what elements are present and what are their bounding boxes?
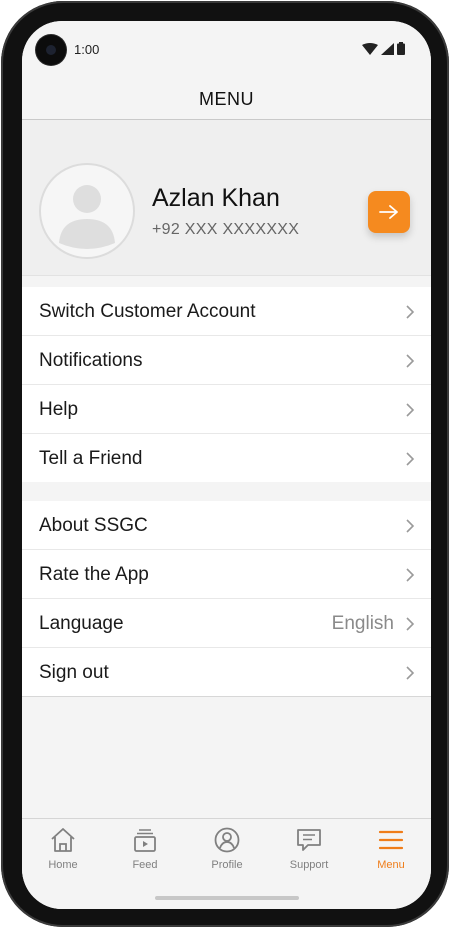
- signal-icon: [381, 42, 394, 55]
- phone-frame: 1:00 MENU Azlan Khan +92 XXX XXXXXXX Swi…: [1, 1, 449, 927]
- system-icons: [362, 42, 405, 55]
- screen: 1:00 MENU Azlan Khan +92 XXX XXXXXXX Swi…: [22, 21, 431, 909]
- nav-label: Home: [48, 859, 78, 871]
- menu-item-label: Notifications: [39, 350, 143, 371]
- app-header: MENU: [22, 81, 431, 120]
- status-time: 1:00: [74, 42, 100, 57]
- nav-menu[interactable]: Menu: [350, 819, 431, 889]
- view-profile-button[interactable]: [368, 191, 410, 233]
- chevron-right-icon: [406, 354, 415, 368]
- chevron-right-icon: [406, 519, 415, 533]
- menu-item-label: Rate the App: [39, 564, 149, 585]
- nav-home[interactable]: Home: [22, 819, 104, 889]
- menu-item-label: Sign out: [39, 662, 109, 683]
- menu-item-tell-a-friend[interactable]: Tell a Friend: [22, 434, 431, 482]
- menu-icon: [378, 830, 404, 850]
- menu-item-switch-account[interactable]: Switch Customer Account: [22, 287, 431, 336]
- chevron-right-icon: [406, 305, 415, 319]
- arrow-right-icon: [379, 205, 398, 219]
- profile-phone: +92 XXX XXXXXXX: [152, 221, 300, 238]
- chevron-right-icon: [406, 452, 415, 466]
- feed-icon: [134, 829, 156, 852]
- avatar: [39, 163, 135, 259]
- support-icon: [297, 829, 321, 851]
- home-icon: [51, 828, 75, 852]
- nav-profile[interactable]: Profile: [186, 819, 268, 889]
- nav-support[interactable]: Support: [268, 819, 350, 889]
- battery-icon: [397, 42, 405, 55]
- menu-item-rate-app[interactable]: Rate the App: [22, 550, 431, 599]
- front-camera: [36, 35, 66, 65]
- page-title: MENU: [199, 89, 254, 109]
- profile-icon: [214, 827, 240, 853]
- menu-item-label: Tell a Friend: [39, 448, 143, 469]
- home-indicator[interactable]: [155, 896, 299, 900]
- menu-item-help[interactable]: Help: [22, 385, 431, 434]
- wifi-icon: [362, 42, 378, 55]
- profile-name: Azlan Khan: [152, 184, 280, 212]
- nav-label: Profile: [211, 859, 243, 871]
- menu-item-notifications[interactable]: Notifications: [22, 336, 431, 385]
- language-value: English: [331, 613, 394, 634]
- menu-item-label: About SSGC: [39, 515, 148, 536]
- chevron-right-icon: [406, 568, 415, 582]
- nav-feed[interactable]: Feed: [104, 819, 186, 889]
- menu-item-language[interactable]: Language English: [22, 599, 431, 648]
- status-bar: 1:00: [22, 21, 431, 81]
- chevron-right-icon: [406, 617, 415, 631]
- menu-item-label: Help: [39, 399, 79, 420]
- nav-label: Feed: [132, 859, 158, 871]
- menu-item-about[interactable]: About SSGC: [22, 501, 431, 550]
- menu-item-label: Switch Customer Account: [39, 301, 256, 322]
- user-avatar-icon: [59, 185, 115, 249]
- chevron-right-icon: [406, 403, 415, 417]
- chevron-right-icon: [406, 666, 415, 680]
- nav-label: Menu: [377, 859, 405, 871]
- menu-group-app: About SSGC Rate the App Language English…: [22, 501, 431, 697]
- menu-item-sign-out[interactable]: Sign out: [22, 648, 431, 696]
- menu-item-label: Language: [39, 613, 124, 634]
- menu-group-account: Switch Customer Account Notifications He…: [22, 287, 431, 482]
- nav-label: Support: [289, 859, 329, 871]
